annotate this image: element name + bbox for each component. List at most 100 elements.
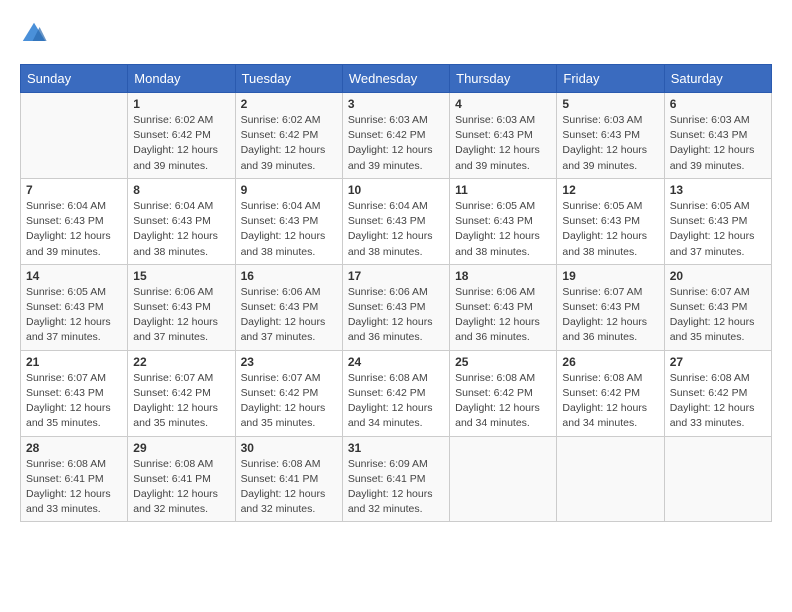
calendar-cell: [664, 436, 771, 522]
day-number: 29: [133, 441, 229, 455]
cell-content: Sunrise: 6:04 AMSunset: 6:43 PMDaylight:…: [348, 199, 444, 260]
cell-content: Sunrise: 6:02 AMSunset: 6:42 PMDaylight:…: [133, 113, 229, 174]
calendar-cell: 10 Sunrise: 6:04 AMSunset: 6:43 PMDayligh…: [342, 178, 449, 264]
calendar-cell: 2 Sunrise: 6:02 AMSunset: 6:42 PMDaylight…: [235, 93, 342, 179]
calendar-cell: 1 Sunrise: 6:02 AMSunset: 6:42 PMDaylight…: [128, 93, 235, 179]
calendar-cell: 25 Sunrise: 6:08 AMSunset: 6:42 PMDayligh…: [450, 350, 557, 436]
day-number: 19: [562, 269, 658, 283]
day-number: 20: [670, 269, 766, 283]
calendar-cell: 22 Sunrise: 6:07 AMSunset: 6:42 PMDayligh…: [128, 350, 235, 436]
cell-content: Sunrise: 6:07 AMSunset: 6:42 PMDaylight:…: [241, 371, 337, 432]
cell-content: Sunrise: 6:05 AMSunset: 6:43 PMDaylight:…: [26, 285, 122, 346]
day-number: 4: [455, 97, 551, 111]
day-number: 11: [455, 183, 551, 197]
day-header-tuesday: Tuesday: [235, 65, 342, 93]
day-number: 24: [348, 355, 444, 369]
calendar-cell: 30Sunrise: 6:08 AMSunset: 6:41 PMDayligh…: [235, 436, 342, 522]
day-number: 9: [241, 183, 337, 197]
cell-content: Sunrise: 6:03 AMSunset: 6:43 PMDaylight:…: [562, 113, 658, 174]
day-number: 21: [26, 355, 122, 369]
day-number: 27: [670, 355, 766, 369]
cell-content: Sunrise: 6:04 AMSunset: 6:43 PMDaylight:…: [133, 199, 229, 260]
day-number: 6: [670, 97, 766, 111]
cell-content: Sunrise: 6:08 AMSunset: 6:41 PMDaylight:…: [26, 457, 122, 518]
day-number: 7: [26, 183, 122, 197]
cell-content: Sunrise: 6:03 AMSunset: 6:42 PMDaylight:…: [348, 113, 444, 174]
logo: [20, 20, 52, 48]
day-number: 14: [26, 269, 122, 283]
cell-content: Sunrise: 6:04 AMSunset: 6:43 PMDaylight:…: [241, 199, 337, 260]
week-row-1: 1 Sunrise: 6:02 AMSunset: 6:42 PMDaylight…: [21, 93, 772, 179]
calendar-cell: 8 Sunrise: 6:04 AMSunset: 6:43 PMDaylight…: [128, 178, 235, 264]
day-number: 2: [241, 97, 337, 111]
calendar-cell: 29 Sunrise: 6:08 AMSunset: 6:41 PMDayligh…: [128, 436, 235, 522]
calendar-table: SundayMondayTuesdayWednesdayThursdayFrid…: [20, 64, 772, 522]
day-number: 17: [348, 269, 444, 283]
calendar-cell: 31 Sunrise: 6:09 AMSunset: 6:41 PMDayligh…: [342, 436, 449, 522]
day-number: 26: [562, 355, 658, 369]
cell-content: Sunrise: 6:08 AMSunset: 6:42 PMDaylight:…: [455, 371, 551, 432]
day-header-thursday: Thursday: [450, 65, 557, 93]
cell-content: Sunrise: 6:07 AMSunset: 6:43 PMDaylight:…: [562, 285, 658, 346]
cell-content: Sunrise: 6:06 AMSunset: 6:43 PMDaylight:…: [241, 285, 337, 346]
day-number: 22: [133, 355, 229, 369]
cell-content: Sunrise: 6:08 AMSunset: 6:42 PMDaylight:…: [670, 371, 766, 432]
calendar-cell: 17 Sunrise: 6:06 AMSunset: 6:43 PMDayligh…: [342, 264, 449, 350]
week-row-3: 14 Sunrise: 6:05 AMSunset: 6:43 PMDayligh…: [21, 264, 772, 350]
calendar-cell: 27 Sunrise: 6:08 AMSunset: 6:42 PMDayligh…: [664, 350, 771, 436]
calendar-cell: 7Sunrise: 6:04 AMSunset: 6:43 PMDaylight…: [21, 178, 128, 264]
day-number: 25: [455, 355, 551, 369]
calendar-cell: 12 Sunrise: 6:05 AMSunset: 6:43 PMDayligh…: [557, 178, 664, 264]
calendar-cell: [450, 436, 557, 522]
cell-content: Sunrise: 6:09 AMSunset: 6:41 PMDaylight:…: [348, 457, 444, 518]
day-number: 10: [348, 183, 444, 197]
calendar-cell: 6Sunrise: 6:03 AMSunset: 6:43 PMDaylight…: [664, 93, 771, 179]
page-header: [20, 20, 772, 48]
header-row: SundayMondayTuesdayWednesdayThursdayFrid…: [21, 65, 772, 93]
cell-content: Sunrise: 6:05 AMSunset: 6:43 PMDaylight:…: [670, 199, 766, 260]
day-header-sunday: Sunday: [21, 65, 128, 93]
calendar-cell: 28 Sunrise: 6:08 AMSunset: 6:41 PMDayligh…: [21, 436, 128, 522]
cell-content: Sunrise: 6:08 AMSunset: 6:42 PMDaylight:…: [348, 371, 444, 432]
calendar-cell: 18Sunrise: 6:06 AMSunset: 6:43 PMDayligh…: [450, 264, 557, 350]
calendar-cell: 11Sunrise: 6:05 AMSunset: 6:43 PMDayligh…: [450, 178, 557, 264]
day-number: 12: [562, 183, 658, 197]
day-header-friday: Friday: [557, 65, 664, 93]
day-header-wednesday: Wednesday: [342, 65, 449, 93]
calendar-cell: 19 Sunrise: 6:07 AMSunset: 6:43 PMDayligh…: [557, 264, 664, 350]
cell-content: Sunrise: 6:08 AMSunset: 6:41 PMDaylight:…: [241, 457, 337, 518]
cell-content: Sunrise: 6:05 AMSunset: 6:43 PMDaylight:…: [562, 199, 658, 260]
calendar-cell: 21Sunrise: 6:07 AMSunset: 6:43 PMDayligh…: [21, 350, 128, 436]
calendar-cell: 5 Sunrise: 6:03 AMSunset: 6:43 PMDaylight…: [557, 93, 664, 179]
calendar-cell: 20Sunrise: 6:07 AMSunset: 6:43 PMDayligh…: [664, 264, 771, 350]
day-number: 3: [348, 97, 444, 111]
calendar-cell: 9 Sunrise: 6:04 AMSunset: 6:43 PMDaylight…: [235, 178, 342, 264]
logo-icon: [20, 20, 48, 48]
day-number: 28: [26, 441, 122, 455]
day-number: 23: [241, 355, 337, 369]
cell-content: Sunrise: 6:07 AMSunset: 6:42 PMDaylight:…: [133, 371, 229, 432]
day-number: 5: [562, 97, 658, 111]
calendar-cell: 26 Sunrise: 6:08 AMSunset: 6:42 PMDayligh…: [557, 350, 664, 436]
day-number: 16: [241, 269, 337, 283]
calendar-cell: 15Sunrise: 6:06 AMSunset: 6:43 PMDayligh…: [128, 264, 235, 350]
day-number: 13: [670, 183, 766, 197]
week-row-2: 7 Sunrise: 6:04 AMSunset: 6:43 PMDaylight…: [21, 178, 772, 264]
cell-content: Sunrise: 6:08 AMSunset: 6:41 PMDaylight:…: [133, 457, 229, 518]
day-number: 8: [133, 183, 229, 197]
day-number: 15: [133, 269, 229, 283]
calendar-cell: 16 Sunrise: 6:06 AMSunset: 6:43 PMDayligh…: [235, 264, 342, 350]
calendar-cell: 23 Sunrise: 6:07 AMSunset: 6:42 PMDayligh…: [235, 350, 342, 436]
day-header-saturday: Saturday: [664, 65, 771, 93]
day-number: 31: [348, 441, 444, 455]
cell-content: Sunrise: 6:02 AMSunset: 6:42 PMDaylight:…: [241, 113, 337, 174]
cell-content: Sunrise: 6:03 AMSunset: 6:43 PMDaylight:…: [455, 113, 551, 174]
calendar-cell: 13 Sunrise: 6:05 AMSunset: 6:43 PMDayligh…: [664, 178, 771, 264]
day-number: 1: [133, 97, 229, 111]
cell-content: Sunrise: 6:06 AMSunset: 6:43 PMDaylight:…: [348, 285, 444, 346]
calendar-cell: 24 Sunrise: 6:08 AMSunset: 6:42 PMDayligh…: [342, 350, 449, 436]
cell-content: Sunrise: 6:06 AMSunset: 6:43 PMDaylight:…: [455, 285, 551, 346]
cell-content: Sunrise: 6:08 AMSunset: 6:42 PMDaylight:…: [562, 371, 658, 432]
calendar-cell: 3 Sunrise: 6:03 AMSunset: 6:42 PMDaylight…: [342, 93, 449, 179]
calendar-cell: [557, 436, 664, 522]
